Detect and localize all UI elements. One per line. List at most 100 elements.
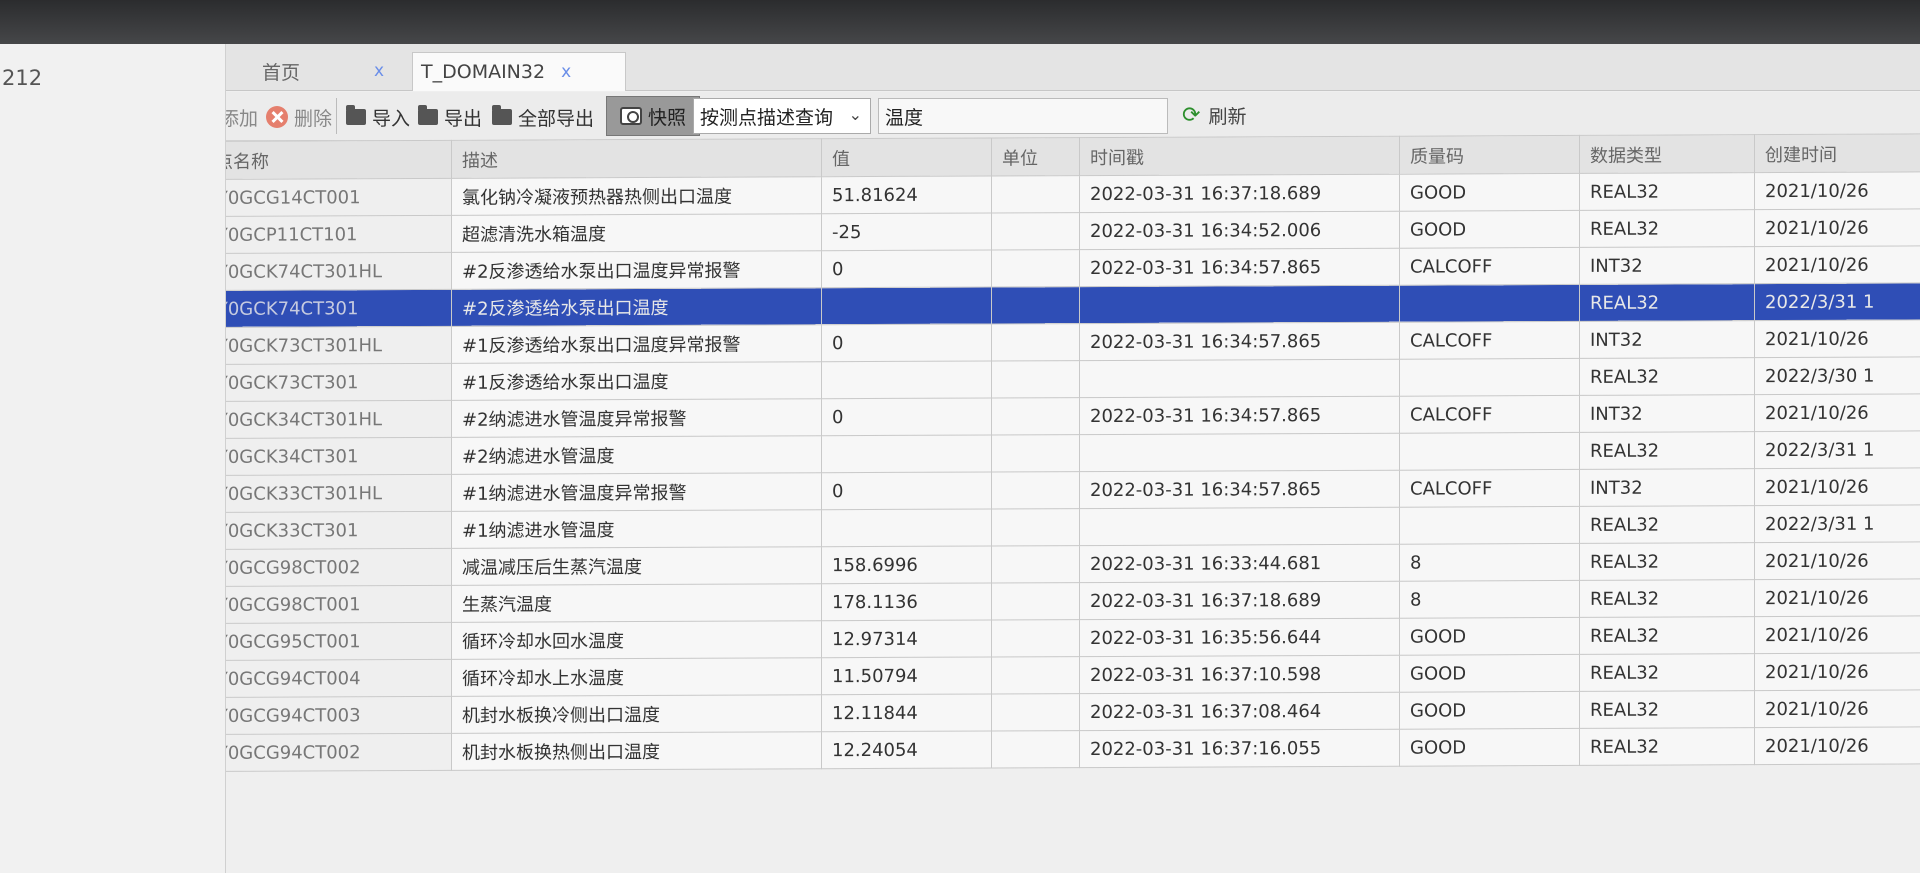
table-cell[interactable]: #1反渗透给水泵出口温度 [451, 361, 822, 401]
table-cell[interactable]: INT32 [1579, 394, 1755, 433]
table-cell[interactable]: 氯化钠冷凝液预热器热侧出口温度 [451, 176, 822, 216]
table-row[interactable]: P_Y0GCG94CT002 机封水板换热侧出口温度 12.24054 2022-03… [226, 726, 1920, 772]
table-cell[interactable]: INT32 [1579, 320, 1755, 359]
table-cell[interactable]: P_Y0GCP11CT101 [226, 215, 452, 254]
table-cell[interactable]: P_Y0GCG14CT001 [226, 178, 452, 217]
table-cell[interactable]: 2021/10/26 [1754, 208, 1920, 247]
table-cell[interactable]: 机封水板换冷侧出口温度 [451, 694, 822, 734]
table-cell[interactable]: CALCOFF [1399, 321, 1580, 360]
tab-t-domain32[interactable]: T_DOMAIN32 x [412, 52, 626, 91]
table-cell[interactable]: #2反渗透给水泵出口温度异常报警 [451, 250, 822, 290]
table-cell[interactable]: 2021/10/26 [1754, 319, 1920, 358]
table-cell[interactable]: REAL32 [1579, 431, 1755, 470]
table-cell[interactable]: 11.50794 [821, 656, 992, 695]
table-cell[interactable]: P_Y0GCG98CT002 [226, 548, 452, 587]
table-cell[interactable]: 0 [821, 471, 992, 510]
table-cell[interactable] [991, 582, 1080, 620]
table-cell[interactable]: CALCOFF [1399, 395, 1580, 434]
table-cell[interactable] [1399, 358, 1580, 397]
column-header[interactable]: 数据类型 [1579, 134, 1755, 174]
table-cell[interactable]: REAL32 [1579, 579, 1755, 618]
table-cell[interactable]: 2022-03-31 16:37:18.689 [1079, 581, 1400, 620]
table-cell[interactable]: 178.1136 [821, 582, 992, 621]
table-cell[interactable] [1399, 284, 1580, 323]
table-cell[interactable]: 0 [821, 249, 992, 288]
table-cell[interactable]: 2022-03-31 16:37:16.055 [1079, 729, 1400, 768]
table-cell[interactable]: 2021/10/26 [1754, 467, 1920, 506]
table-cell[interactable] [1399, 506, 1580, 545]
tab-home-close-icon[interactable]: x [374, 61, 384, 81]
table-cell[interactable]: P_Y0GCG94CT004 [226, 659, 452, 698]
table-cell[interactable]: 减温减压后生蒸汽温度 [451, 546, 822, 586]
table-cell[interactable]: 循环冷却水回水温度 [451, 620, 822, 660]
table-cell[interactable] [991, 249, 1080, 287]
export-all-button[interactable]: 全部导出 [492, 102, 594, 132]
table-cell[interactable]: 2022-03-31 16:37:18.689 [1079, 174, 1400, 213]
table-cell[interactable]: P_Y0GCG94CT003 [226, 696, 452, 735]
delete-button[interactable]: 删除 [266, 102, 332, 132]
table-cell[interactable]: P_Y0GCG94CT002 [226, 733, 452, 772]
table-cell[interactable]: GOOD [1399, 691, 1580, 730]
column-header[interactable]: 描述 [451, 138, 822, 179]
table-cell[interactable]: 12.97314 [821, 619, 992, 658]
table-cell[interactable] [991, 212, 1080, 250]
table-cell[interactable]: 2021/10/26 [1754, 689, 1920, 728]
table-cell[interactable]: CALCOFF [1399, 247, 1580, 286]
table-cell[interactable]: 51.81624 [821, 175, 992, 214]
table-cell[interactable]: REAL32 [1579, 690, 1755, 729]
table-cell[interactable] [1079, 433, 1400, 472]
table-cell[interactable] [991, 175, 1080, 213]
table-cell[interactable]: 2021/10/26 [1754, 726, 1920, 765]
table-cell[interactable]: P_Y0GCG98CT001 [226, 585, 452, 624]
table-cell[interactable] [991, 545, 1080, 583]
table-cell[interactable]: 超滤清洗水箱温度 [451, 213, 822, 253]
table-cell[interactable]: #2纳滤进水管温度异常报警 [451, 398, 822, 438]
table-cell[interactable]: 2022-03-31 16:34:57.865 [1079, 322, 1400, 361]
table-cell[interactable] [991, 397, 1080, 435]
table-cell[interactable]: #1反渗透给水泵出口温度异常报警 [451, 324, 822, 364]
table-cell[interactable]: 2022-03-31 16:34:52.006 [1079, 211, 1400, 250]
table-cell[interactable]: 0 [821, 323, 992, 362]
table-cell[interactable] [991, 434, 1080, 472]
table-cell[interactable] [991, 471, 1080, 509]
table-cell[interactable]: 2022-03-31 16:34:57.865 [1079, 248, 1400, 287]
table-cell[interactable] [821, 286, 992, 325]
table-cell[interactable]: 158.6996 [821, 545, 992, 584]
table-cell[interactable]: 2022/3/31 1 [1754, 504, 1920, 543]
table-cell[interactable]: GOOD [1399, 728, 1580, 767]
table-cell[interactable]: P_Y0GCK33CT301 [226, 511, 452, 550]
table-cell[interactable]: 12.24054 [821, 730, 992, 769]
table-cell[interactable] [1079, 359, 1400, 398]
table-cell[interactable]: P_Y0GCK73CT301 [226, 363, 452, 402]
table-cell[interactable]: REAL32 [1579, 727, 1755, 766]
add-button[interactable]: 添加 [226, 102, 258, 132]
column-header[interactable]: 值 [821, 137, 992, 177]
table-cell[interactable]: REAL32 [1579, 209, 1755, 248]
table-cell[interactable]: 2021/10/26 [1754, 245, 1920, 284]
search-input[interactable]: 温度 [878, 98, 1168, 134]
table-cell[interactable]: 循环冷却水上水温度 [451, 657, 822, 697]
table-cell[interactable]: 2022/3/31 1 [1754, 282, 1920, 321]
table-cell[interactable]: 2022/3/31 1 [1754, 430, 1920, 469]
table-cell[interactable]: REAL32 [1579, 505, 1755, 544]
table-cell[interactable]: #2反渗透给水泵出口温度 [451, 287, 822, 327]
table-cell[interactable]: 8 [1399, 543, 1580, 582]
table-cell[interactable]: GOOD [1399, 210, 1580, 249]
table-cell[interactable]: 2022/3/30 1 [1754, 356, 1920, 395]
table-cell[interactable]: #1纳滤进水管温度 [451, 509, 822, 549]
query-mode-select[interactable]: 按测点描述查询 ⌄ [693, 98, 871, 134]
table-cell[interactable]: 2022-03-31 16:33:44.681 [1079, 544, 1400, 583]
table-cell[interactable] [991, 656, 1080, 694]
table-cell[interactable]: 2022-03-31 16:34:57.865 [1079, 396, 1400, 435]
table-cell[interactable] [1079, 507, 1400, 546]
table-cell[interactable]: #2纳滤进水管温度 [451, 435, 822, 475]
table-cell[interactable]: P_Y0GCK73CT301HL [226, 326, 452, 365]
table-cell[interactable]: CALCOFF [1399, 469, 1580, 508]
table-cell[interactable]: INT32 [1579, 468, 1755, 507]
table-cell[interactable]: 2022-03-31 16:37:10.598 [1079, 655, 1400, 694]
table-cell[interactable]: GOOD [1399, 173, 1580, 212]
table-cell[interactable]: P_Y0GCK33CT301HL [226, 474, 452, 513]
table-cell[interactable]: -25 [821, 212, 992, 251]
table-cell[interactable] [991, 508, 1080, 546]
table-cell[interactable]: P_Y0GCK74CT301HL [226, 252, 452, 291]
